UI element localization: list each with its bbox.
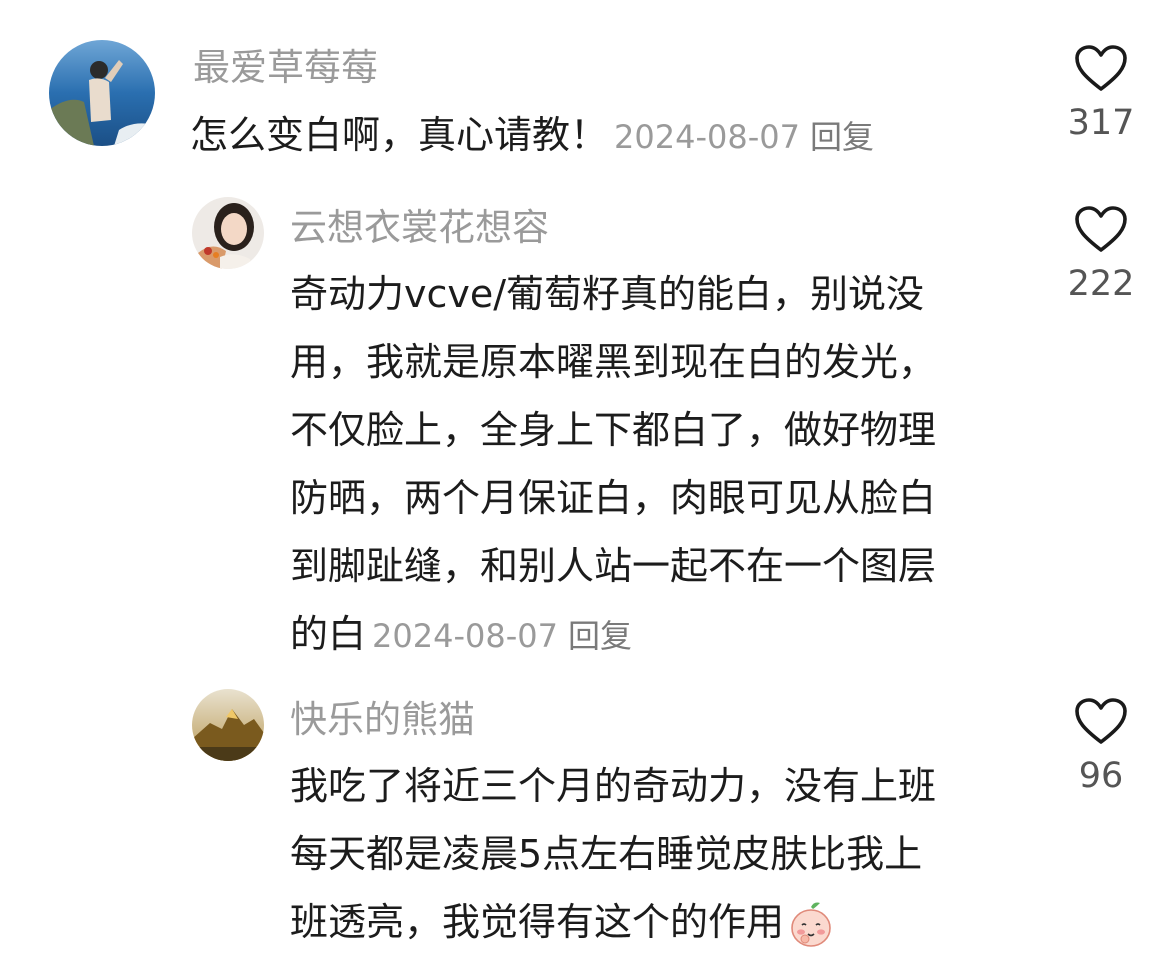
- comment-line: 每天都是凌晨5点左右睡觉皮肤比我上: [290, 832, 923, 876]
- comment-line: 防晒，两个月保证白，肉眼可见从脸白: [290, 476, 937, 520]
- reply-button[interactable]: 回复: [568, 617, 632, 655]
- avatar[interactable]: [192, 197, 264, 269]
- comment-last-line: 班透亮，我觉得有这个的作用: [290, 888, 1030, 970]
- comment-body: 怎么变白啊，真心请教！: [190, 113, 609, 157]
- comment-line: 用，我就是原本曜黑到现在白的发光，: [290, 340, 937, 384]
- like-count: 222: [1067, 264, 1135, 304]
- like-count: 96: [1078, 756, 1124, 796]
- comment-text: 奇动力vcve/葡萄籽真的能白，别说没 用，我就是原本曜黑到现在白的发光， 不仅…: [290, 260, 1030, 670]
- avatar[interactable]: [192, 689, 264, 761]
- comment-date: 2024-08-07: [372, 617, 558, 655]
- comment-line: 不仅脸上，全身上下都白了，做好物理: [290, 408, 937, 452]
- like-button[interactable]: 96: [1046, 697, 1156, 794]
- comment-date: 2024-08-07: [614, 118, 800, 156]
- comment-username[interactable]: 云想衣裳花想容: [290, 209, 549, 246]
- like-button[interactable]: 222: [1046, 205, 1156, 302]
- peach-shy-emoji-icon: [786, 899, 836, 970]
- reply-button[interactable]: 回复: [810, 118, 874, 156]
- comment-line: 奇动力vcve/葡萄籽真的能白，别说没: [290, 272, 925, 316]
- comment-username[interactable]: 最爱草莓莓: [193, 49, 378, 86]
- comment-line: 班透亮，我觉得有这个的作用: [290, 900, 785, 944]
- heart-outline-icon: [1075, 698, 1127, 744]
- comment-line: 我吃了将近三个月的奇动力，没有上班: [290, 764, 937, 808]
- comment-line: 的白: [290, 612, 367, 656]
- comment-last-line: 的白 2024-08-07 回复: [290, 600, 1030, 670]
- avatar[interactable]: [49, 40, 155, 146]
- like-button[interactable]: 317: [1046, 44, 1156, 141]
- like-count: 317: [1067, 103, 1135, 143]
- comment-text: 我吃了将近三个月的奇动力，没有上班 每天都是凌晨5点左右睡觉皮肤比我上 班透亮，…: [290, 752, 1030, 970]
- comment-text: 怎么变白啊，真心请教！ 2024-08-07 回复: [190, 101, 1040, 171]
- comment-username[interactable]: 快乐的熊猫: [290, 701, 475, 738]
- heart-outline-icon: [1075, 206, 1127, 252]
- heart-outline-icon: [1075, 45, 1127, 91]
- comment-line: 到脚趾缝，和别人站一起不在一个图层: [290, 544, 937, 588]
